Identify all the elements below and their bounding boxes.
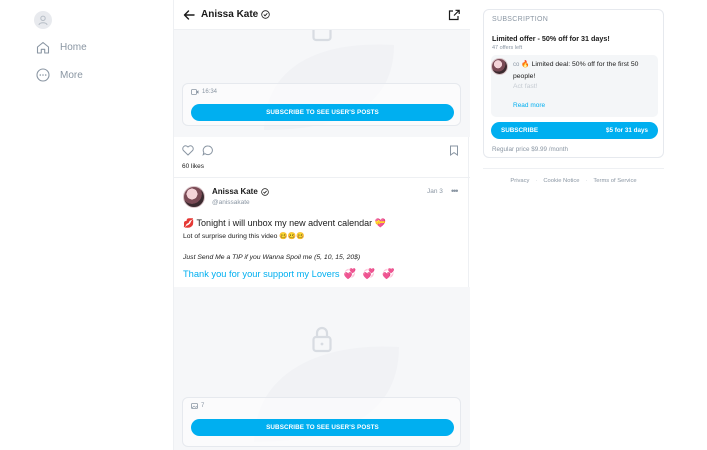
share-icon[interactable] [447,8,461,22]
bookmark-icon[interactable] [449,145,459,156]
offer-title: Limited offer - 50% off for 31 days! [492,34,610,43]
nav-more-label: More [60,69,83,81]
photo-meta: 7 [191,403,204,409]
subscribe-panel-1: 16:34 SUBSCRIBE TO SEE USER'S POSTS [182,83,461,126]
post-more-options-button[interactable]: ••• [451,186,459,196]
home-icon [36,41,50,54]
left-navigation: Home More [0,0,173,450]
offer-message: co 🔥 Limited deal: 50% off for the first… [513,59,653,82]
offer-message-faded: Act fast! [513,83,538,90]
verified-icon [261,10,270,19]
footer-link-cookie-notice[interactable]: Cookie Notice [543,178,579,184]
locked-media-2: 7 SUBSCRIBE TO SEE USER'S POSTS [174,287,470,450]
footer-link-terms[interactable]: Terms of Service [593,178,636,184]
likes-count: 60 likes [182,163,205,170]
post-text-line-2: Lot of surprise during this video 🥴🥴🥴 [183,233,305,240]
nav-home-label: Home [60,42,87,53]
video-icon [191,89,199,95]
footer-separator: · [535,178,538,184]
hearts-emoji: 💞 💞 💞 [343,269,397,280]
nav-home[interactable]: Home [36,41,87,54]
video-meta: 16:34 [191,89,217,95]
lock-icon [312,326,332,353]
offer-message-user: co [513,62,520,68]
page-title: Anissa Kate [201,9,270,20]
feed-column: 16:34 SUBSCRIBE TO SEE USER'S POSTS Anis… [173,0,470,450]
offers-left: 47 offers left [492,45,523,51]
post-date[interactable]: Jan 3 [427,188,443,195]
nav-more[interactable]: More [36,68,83,82]
photo-count: 7 [201,403,205,409]
post-text-line-1: 💋 Tonight i will unbox my new advent cal… [183,218,386,229]
author-avatar[interactable] [183,186,205,208]
post-text-line-1-text: Tonight i will unbox my new advent calen… [194,218,375,228]
footer-links: Privacy · Cookie Notice · Terms of Servi… [483,178,664,184]
author-name-text: Anissa Kate [212,187,258,196]
subscribe-to-see-posts-button[interactable]: SUBSCRIBE TO SEE USER'S POSTS [191,419,454,436]
image-icon [191,403,198,409]
offer-message-card: co 🔥 Limited deal: 50% off for the first… [491,55,658,117]
heart-gift-emoji: 💝 [374,218,386,228]
more-circle-icon [36,68,50,82]
user-avatar[interactable] [34,11,52,29]
subscribe-button[interactable]: SUBSCRIBE $5 for 31 days [491,122,658,139]
subscribe-to-see-posts-button[interactable]: SUBSCRIBE TO SEE USER'S POSTS [191,104,454,121]
comment-icon[interactable] [202,145,214,156]
subscription-card: SUBSCRIPTION Limited offer - 50% off for… [483,9,664,158]
footer-separator: · [585,178,588,184]
post-actions: 60 likes [174,138,470,178]
page-title-text: Anissa Kate [201,9,259,20]
author-name[interactable]: Anissa Kate [212,187,269,196]
divider [483,168,664,169]
subscription-heading: SUBSCRIPTION [492,16,549,23]
verified-icon [261,187,269,196]
creator-avatar [491,58,508,75]
read-more-link[interactable]: Read more [513,102,545,109]
subscribe-button-price: $5 for 31 days [605,127,648,134]
profile-header-bar: Anissa Kate [174,0,470,30]
post-text-tip-line: Just Send Me a TIP if you Wanna Spoil me… [183,254,361,261]
footer-link-privacy[interactable]: Privacy [510,178,529,184]
heart-icon[interactable] [182,145,194,156]
person-icon [38,15,48,26]
subscribe-button-label: SUBSCRIBE [501,127,539,134]
post-text-thanks: Thank you for your support my Lovers 💞 💞 … [183,269,397,280]
lips-emoji: 💋 [183,218,195,228]
subscribe-panel-2: 7 SUBSCRIBE TO SEE USER'S POSTS [182,397,461,447]
back-arrow-icon[interactable] [182,8,196,22]
regular-price: Regular price $9.99 /month [492,146,568,153]
video-duration: 16:34 [202,89,218,95]
author-handle[interactable]: @anissakate [212,199,250,206]
offer-message-text: 🔥 Limited deal: 50% off for the first 50… [513,61,639,80]
post-text-thanks-text: Thank you for your support my Lovers [183,269,340,279]
